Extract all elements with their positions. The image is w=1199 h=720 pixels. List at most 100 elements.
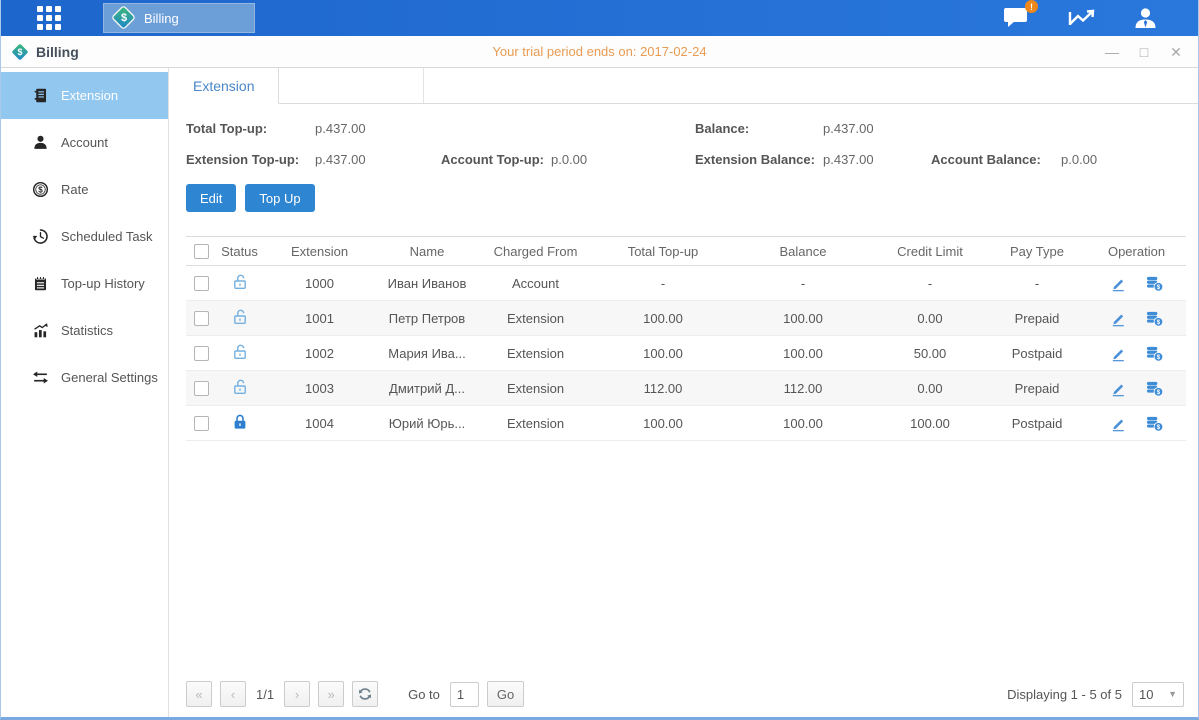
edit-pencil-icon[interactable] <box>1110 275 1127 292</box>
cell-balance: 100.00 <box>733 416 873 431</box>
sidebar-item-general-settings[interactable]: General Settings <box>1 354 168 401</box>
sidebar-item-extension[interactable]: Extension <box>1 72 168 119</box>
svg-text:$: $ <box>1156 389 1160 396</box>
col-header-extension: Extension <box>263 244 376 259</box>
row-checkbox[interactable] <box>194 416 209 431</box>
sidebar-item-label: Top-up History <box>61 276 145 291</box>
app-launcher-icon[interactable] <box>37 6 61 30</box>
extension-balance-value: p.437.00 <box>823 152 931 167</box>
edit-button[interactable]: Edit <box>186 184 236 212</box>
cell-extension: 1001 <box>263 311 376 326</box>
cell-pay-type: Prepaid <box>987 311 1087 326</box>
maximize-icon[interactable]: □ <box>1136 44 1152 60</box>
select-all-checkbox[interactable] <box>194 244 209 259</box>
history-clock-icon <box>32 228 49 245</box>
page-size-value: 10 <box>1139 687 1153 702</box>
goto-page-input[interactable] <box>450 682 479 707</box>
sidebar-item-account[interactable]: Account <box>1 119 168 166</box>
cell-total-topup: 100.00 <box>593 311 733 326</box>
cell-extension: 1000 <box>263 276 376 291</box>
sidebar-item-statistics[interactable]: Statistics <box>1 307 168 354</box>
billing-app-icon: $ <box>112 6 136 30</box>
billing-summary: Total Top-up: p.437.00 Extension Top-up:… <box>169 104 1198 170</box>
account-balance-value: p.0.00 <box>1061 152 1097 167</box>
lock-open-icon <box>231 308 249 326</box>
svg-text:$: $ <box>1156 424 1160 431</box>
trial-notice: Your trial period ends on: 2017-02-24 <box>1 44 1198 59</box>
last-page-button[interactable]: » <box>318 681 344 707</box>
go-button[interactable]: Go <box>487 681 524 707</box>
sidebar-item-label: Scheduled Task <box>61 229 153 244</box>
row-checkbox[interactable] <box>194 381 209 396</box>
table-row: 1004 Юрий Юрь... Extension 100.00 100.00… <box>186 406 1186 441</box>
topup-coins-icon[interactable]: $ <box>1145 345 1164 362</box>
topup-coins-icon[interactable]: $ <box>1145 380 1164 397</box>
system-top-bar: $ Billing ! <box>1 0 1198 36</box>
tab-strip: Extension <box>169 68 1198 104</box>
row-checkbox[interactable] <box>194 311 209 326</box>
lock-open-icon <box>231 273 249 291</box>
cell-charged-from: Extension <box>478 416 593 431</box>
window-title-bar: $ Billing Your trial period ends on: 201… <box>1 36 1198 68</box>
cell-charged-from: Account <box>478 276 593 291</box>
edit-pencil-icon[interactable] <box>1110 380 1127 397</box>
cell-total-topup: 100.00 <box>593 416 733 431</box>
cell-credit-limit: 0.00 <box>873 311 987 326</box>
cell-credit-limit: - <box>873 276 987 291</box>
topup-coins-icon[interactable]: $ <box>1145 310 1164 327</box>
cell-pay-type: Postpaid <box>987 346 1087 361</box>
col-header-credit-limit: Credit Limit <box>873 244 987 259</box>
sidebar-item-topup-history[interactable]: Top-up History <box>1 260 168 307</box>
edit-pencil-icon[interactable] <box>1110 345 1127 362</box>
app-window: $ Billing ! <box>0 0 1199 720</box>
topup-coins-icon[interactable]: $ <box>1145 415 1164 432</box>
user-account-icon[interactable] <box>1133 6 1158 31</box>
notepad-icon <box>32 275 49 292</box>
reports-chart-icon[interactable] <box>1068 7 1095 30</box>
sidebar-item-label: General Settings <box>61 370 158 385</box>
top-up-button[interactable]: Top Up <box>245 184 314 212</box>
lock-open-icon <box>231 378 249 396</box>
refresh-icon <box>358 687 372 701</box>
first-page-button[interactable]: « <box>186 681 212 707</box>
col-header-status: Status <box>216 244 263 259</box>
next-page-button[interactable]: › <box>284 681 310 707</box>
bar-chart-icon <box>32 322 49 339</box>
tab-extension[interactable]: Extension <box>169 68 279 104</box>
page-size-select[interactable]: 10 ▼ <box>1132 682 1184 707</box>
edit-pencil-icon[interactable] <box>1110 415 1127 432</box>
cell-pay-type: - <box>987 276 1087 291</box>
minimize-icon[interactable]: — <box>1104 44 1120 60</box>
taskbar-tab-label: Billing <box>144 11 179 26</box>
cell-charged-from: Extension <box>478 346 593 361</box>
cell-credit-limit: 50.00 <box>873 346 987 361</box>
sidebar-item-scheduled-task[interactable]: Scheduled Task <box>1 213 168 260</box>
col-header-total-topup: Total Top-up <box>593 244 733 259</box>
row-checkbox[interactable] <box>194 346 209 361</box>
balance-value: p.437.00 <box>823 121 874 136</box>
main-content: Extension Total Top-up: p.437.00 Extensi… <box>169 68 1198 717</box>
sidebar-item-rate[interactable]: $ Rate <box>1 166 168 213</box>
lock-closed-icon <box>231 413 249 431</box>
window-title: Billing <box>36 44 79 60</box>
edit-pencil-icon[interactable] <box>1110 310 1127 327</box>
refresh-button[interactable] <box>352 681 378 707</box>
cell-charged-from: Extension <box>478 311 593 326</box>
extension-topup-label: Extension Top-up: <box>186 152 315 167</box>
col-header-name: Name <box>376 244 478 259</box>
svg-text:$: $ <box>1156 284 1160 291</box>
cell-balance: 112.00 <box>733 381 873 396</box>
table-row: 1003 Дмитрий Д... Extension 112.00 112.0… <box>186 371 1186 406</box>
messages-icon[interactable]: ! <box>1003 6 1030 30</box>
close-icon[interactable]: ✕ <box>1168 44 1184 60</box>
extension-topup-value: p.437.00 <box>315 152 441 167</box>
prev-page-button[interactable]: ‹ <box>220 681 246 707</box>
topup-coins-icon[interactable]: $ <box>1145 275 1164 292</box>
taskbar-tab-billing[interactable]: $ Billing <box>103 3 255 33</box>
col-header-pay-type: Pay Type <box>987 244 1087 259</box>
transfer-arrows-icon <box>32 369 49 386</box>
account-topup-value: p.0.00 <box>551 152 587 167</box>
sidebar-item-label: Account <box>61 135 108 150</box>
cell-extension: 1004 <box>263 416 376 431</box>
row-checkbox[interactable] <box>194 276 209 291</box>
